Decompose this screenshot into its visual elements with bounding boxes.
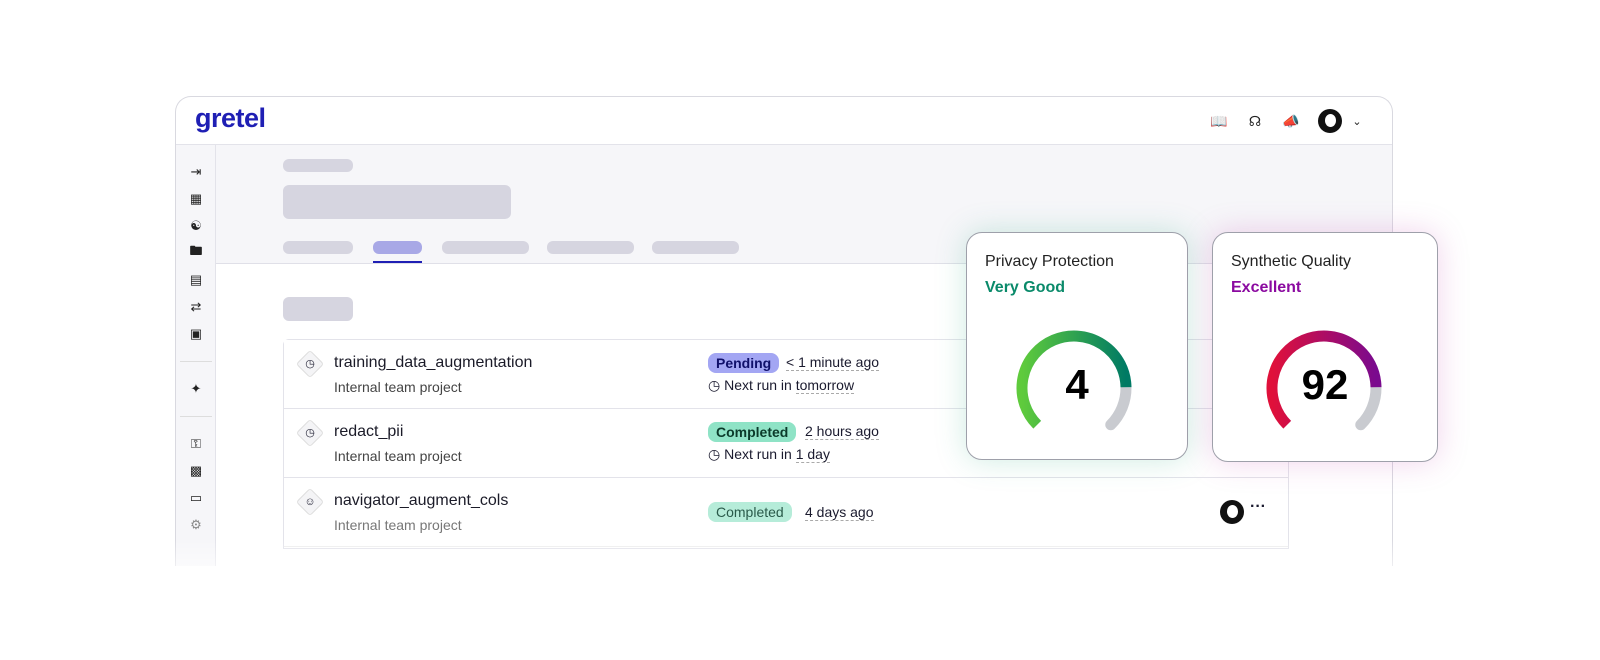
headset-icon[interactable]: ☊	[1246, 112, 1264, 130]
tab-skeleton[interactable]	[442, 241, 529, 254]
activity-icon[interactable]: ☯	[187, 217, 205, 235]
active-tab-underline	[373, 261, 422, 263]
tab-skeleton-active[interactable]	[373, 241, 422, 254]
list-item[interactable]: ☺ navigator_augment_cols Internal team p…	[284, 478, 1288, 547]
card-icon[interactable]: ▭	[187, 489, 205, 507]
app-window: gretel 📖 ☊ 📣 ⌄ ⇥ ▦ ☯ 🖿 ▤ ⇄ ▣ ✦ ⚿ ▩ ▭ ⚙ ◷…	[175, 96, 1393, 566]
chart-icon[interactable]: ▩	[187, 462, 205, 480]
divider	[180, 361, 212, 362]
row-name[interactable]: redact_pii	[334, 423, 403, 441]
folder-icon[interactable]: 🖿	[187, 243, 205, 262]
key-icon[interactable]: ⚿	[187, 435, 205, 453]
row-name[interactable]: training_data_augmentation	[334, 354, 532, 372]
gear-icon[interactable]: ⚙	[187, 516, 205, 534]
magic-wand-icon[interactable]: ✦	[187, 380, 205, 398]
next-run-label: Next run in	[724, 446, 792, 462]
book-icon[interactable]: 📖	[1210, 112, 1228, 130]
user-icon: ☺	[295, 487, 325, 517]
tab-skeleton[interactable]	[652, 241, 739, 254]
run-time: 4 days ago	[805, 504, 874, 521]
run-time: < 1 minute ago	[786, 354, 880, 371]
divider	[180, 416, 212, 417]
gretel-logo[interactable]: gretel	[195, 103, 266, 134]
more-options-icon[interactable]: ···	[1250, 498, 1266, 516]
next-run: ◷ Next run in 1 day	[708, 446, 830, 463]
row-project: Internal team project	[334, 517, 462, 533]
privacy-protection-card: Privacy Protection Very Good 4	[966, 232, 1188, 460]
gauge-value: 92	[1301, 361, 1349, 408]
row-name[interactable]: navigator_augment_cols	[334, 492, 508, 510]
avatar	[1220, 500, 1244, 524]
bottom-fade	[160, 540, 1420, 660]
notebook-icon[interactable]: ▤	[187, 271, 205, 289]
next-run-value: tomorrow	[795, 377, 855, 394]
tab-skeleton[interactable]	[547, 241, 634, 254]
user-menu[interactable]: ⌄	[1318, 109, 1366, 133]
status-badge: Completed	[708, 502, 792, 522]
status-badge: Pending	[708, 353, 780, 373]
avatar	[1318, 109, 1342, 133]
chevron-down-icon: ⌄	[1352, 115, 1362, 128]
clock-icon: ◷	[295, 418, 325, 448]
skeleton-breadcrumb	[283, 159, 353, 172]
skeleton-title	[283, 185, 511, 219]
grid-icon[interactable]: ▦	[187, 190, 205, 208]
next-run: ◷ Next run in tomorrow	[708, 377, 855, 394]
gauge	[1266, 330, 1382, 431]
sidebar: ⇥ ▦ ☯ 🖿 ▤ ⇄ ▣ ✦ ⚿ ▩ ▭ ⚙	[176, 145, 216, 566]
gauge-value: 4	[1065, 361, 1089, 408]
megaphone-icon[interactable]: 📣	[1282, 112, 1300, 130]
next-run-label: Next run in	[724, 377, 792, 393]
collapse-icon[interactable]: ⇥	[187, 163, 205, 181]
clock-icon: ◷	[708, 377, 725, 393]
workflow-icon[interactable]: ⇄	[187, 298, 205, 316]
next-run-value: 1 day	[795, 446, 830, 463]
top-bar: gretel 📖 ☊ 📣 ⌄	[176, 97, 1392, 145]
monitor-icon[interactable]: ▣	[187, 325, 205, 343]
tab-skeleton[interactable]	[283, 241, 353, 254]
row-project: Internal team project	[334, 379, 462, 395]
row-project: Internal team project	[334, 448, 462, 464]
status-badge: Completed	[708, 422, 797, 442]
skeleton-section-title	[283, 297, 353, 321]
clock-icon: ◷	[708, 446, 725, 462]
clock-icon: ◷	[295, 349, 325, 379]
run-time: 2 hours ago	[805, 423, 879, 440]
synthetic-quality-card: Synthetic Quality Excellent 92	[1212, 232, 1438, 462]
gauge	[1016, 330, 1132, 431]
